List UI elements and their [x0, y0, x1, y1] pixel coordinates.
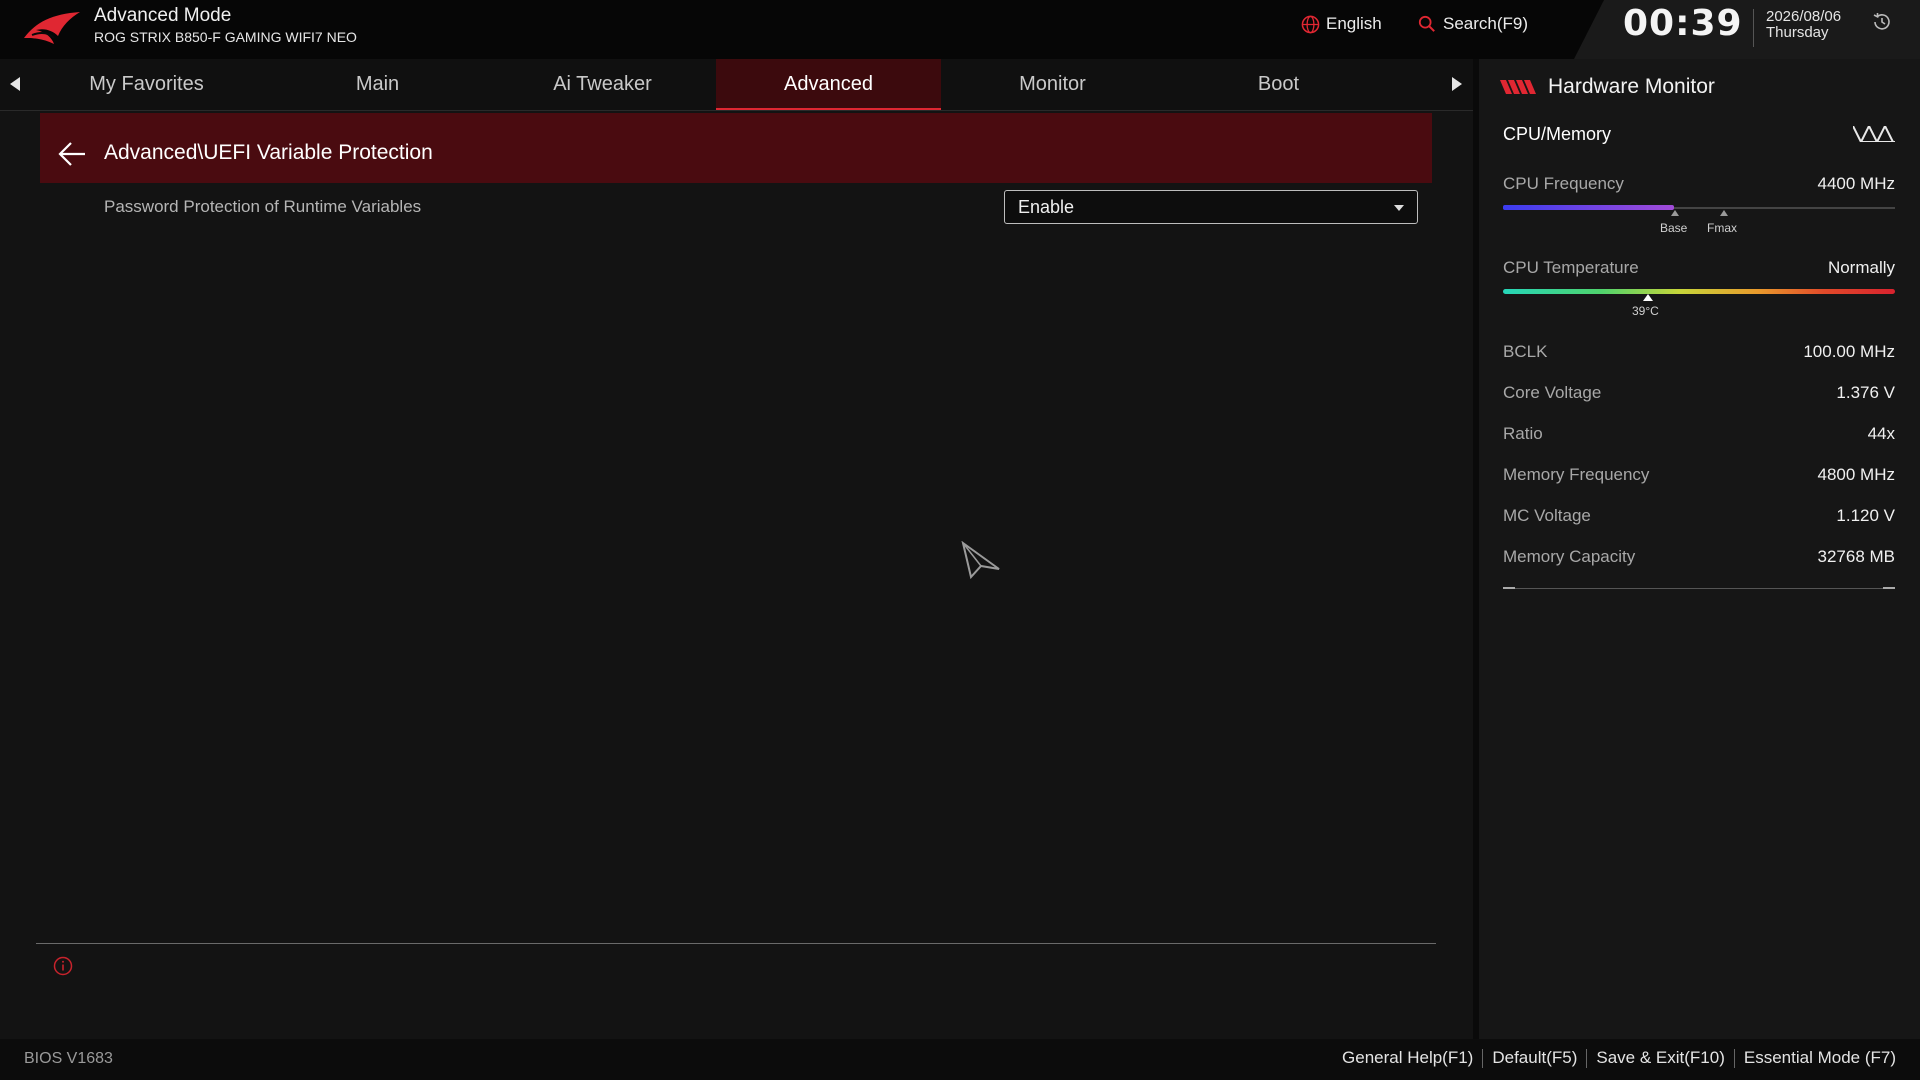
cpu-temperature-gauge — [1503, 289, 1895, 294]
stripes-icon — [1853, 126, 1895, 142]
bios-version: BIOS V1683 — [24, 1050, 113, 1067]
search-icon — [1418, 15, 1435, 32]
rog-logo-icon — [24, 12, 80, 44]
bclk-value: 100.00 MHz — [1803, 342, 1895, 361]
mode-title: Advanced Mode — [94, 5, 232, 26]
ratio-label: Ratio — [1503, 424, 1543, 443]
memory-frequency-value: 4800 MHz — [1817, 465, 1895, 484]
fmax-marker-icon — [1720, 210, 1728, 216]
language-selector[interactable]: English — [1301, 13, 1382, 35]
chevron-down-icon — [1394, 205, 1404, 211]
date: 2026/08/06 — [1766, 8, 1842, 25]
board-name: ROG STRIX B850-F GAMING WIFI7 NEO — [94, 29, 357, 45]
default-button[interactable]: Default(F5) — [1483, 1048, 1586, 1068]
info-icon — [53, 956, 73, 976]
cpu-frequency-value: 4400 MHz — [1817, 174, 1895, 193]
tab-my-favorites[interactable]: My Favorites — [34, 59, 259, 110]
date-display: 2026/08/06 Thursday — [1766, 9, 1841, 41]
cpu-temperature-label: CPU Temperature — [1503, 258, 1639, 277]
hardware-monitor-title: Hardware Monitor — [1548, 75, 1715, 98]
clock: 00:39 — [1623, 3, 1743, 44]
back-arrow-icon[interactable] — [56, 139, 88, 169]
divider-cap-right — [1883, 587, 1895, 589]
tab-scroll-left-icon[interactable] — [4, 73, 26, 95]
breadcrumb-path: Advanced\UEFI Variable Protection — [104, 141, 433, 164]
divider — [1753, 9, 1754, 47]
memory-capacity-value: 32768 MB — [1817, 547, 1896, 566]
ratio-value: 44x — [1867, 424, 1895, 443]
mouse-cursor-icon — [961, 541, 1000, 580]
core-voltage-value: 1.376 V — [1836, 383, 1895, 402]
base-marker-label: Base — [1660, 221, 1688, 235]
fmax-marker-label: Fmax — [1707, 221, 1737, 235]
tab-advanced[interactable]: Advanced — [716, 59, 941, 110]
mc-voltage-value: 1.120 V — [1836, 506, 1895, 525]
divider-cap-left — [1503, 587, 1515, 589]
hardware-monitor-icon — [1500, 80, 1536, 94]
general-help-button[interactable]: General Help(F1) — [1333, 1048, 1482, 1068]
tab-bar: My Favorites Main Ai Tweaker Advanced Mo… — [0, 59, 1473, 111]
monitor-end-divider — [1503, 588, 1895, 589]
password-protection-dropdown[interactable]: Enable — [1004, 190, 1418, 224]
globe-icon — [1301, 15, 1320, 33]
dropdown-value: Enable — [1018, 197, 1075, 217]
cpu-frequency-bar — [1503, 205, 1674, 210]
tab-main[interactable]: Main — [265, 59, 490, 110]
tab-ai-tweaker[interactable]: Ai Tweaker — [490, 59, 715, 110]
base-marker-icon — [1671, 210, 1679, 216]
save-exit-button[interactable]: Save & Exit(F10) — [1587, 1048, 1734, 1068]
weekday: Thursday — [1766, 24, 1829, 41]
history-icon[interactable] — [1871, 11, 1893, 33]
bclk-label: BCLK — [1503, 342, 1548, 361]
memory-capacity-label: Memory Capacity — [1503, 547, 1636, 566]
tab-scroll-right-icon[interactable] — [1446, 73, 1468, 95]
help-divider — [36, 943, 1436, 944]
tab-boot[interactable]: Boot — [1166, 59, 1391, 110]
core-voltage-label: Core Voltage — [1503, 383, 1602, 402]
footer-actions: General Help(F1) Default(F5) Save & Exit… — [1333, 1048, 1896, 1068]
temperature-marker-icon — [1643, 294, 1653, 301]
tab-monitor[interactable]: Monitor — [940, 59, 1165, 110]
search-label: Search(F9) — [1443, 14, 1529, 33]
mc-voltage-label: MC Voltage — [1503, 506, 1591, 525]
temperature-reading: 39°C — [1632, 304, 1659, 318]
cpu-frequency-label: CPU Frequency — [1503, 174, 1624, 193]
setting-label-password-protection: Password Protection of Runtime Variables — [104, 197, 422, 216]
cpu-memory-section-title: CPU/Memory — [1503, 124, 1612, 144]
essential-mode-button[interactable]: Essential Mode (F7) — [1735, 1048, 1896, 1068]
search-button[interactable]: Search(F9) — [1418, 13, 1528, 35]
cpu-temperature-value: Normally — [1827, 258, 1895, 277]
memory-frequency-label: Memory Frequency — [1503, 465, 1650, 484]
language-label: English — [1326, 14, 1382, 33]
